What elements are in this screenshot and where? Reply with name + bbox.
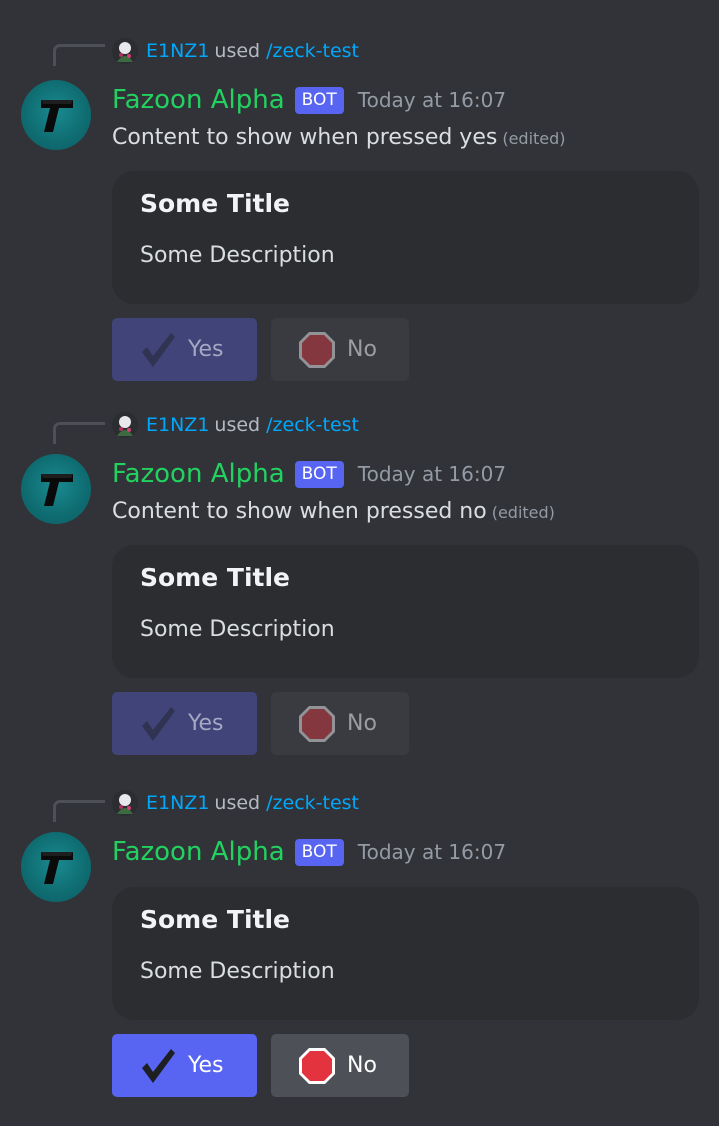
user-avatar-icon[interactable]: [112, 38, 138, 64]
reply-connector: [53, 422, 105, 444]
message-header: Fazoon Alpha BOT Today at 16:07: [112, 834, 506, 870]
no-button[interactable]: No: [271, 318, 409, 381]
bot-avatar[interactable]: [21, 832, 91, 902]
reply-username[interactable]: E1NZ1: [146, 40, 209, 62]
yes-button[interactable]: Yes: [112, 318, 257, 381]
check-icon: [142, 332, 175, 367]
message-content: Content to show when pressed no (edited): [112, 499, 555, 524]
bot-badge: BOT: [294, 86, 344, 114]
embed-title: Some Title: [140, 563, 290, 592]
check-icon: [142, 1048, 175, 1083]
yes-button[interactable]: Yes: [112, 692, 257, 755]
author-name[interactable]: Fazoon Alpha: [112, 837, 285, 867]
message: E1NZ1 used /zeck-test Fazoon Alpha BOT T…: [0, 752, 719, 1112]
message-timestamp: Today at 16:07: [357, 88, 507, 112]
bot-avatar[interactable]: [21, 80, 91, 150]
embed-description: Some Description: [140, 617, 335, 642]
author-name[interactable]: Fazoon Alpha: [112, 459, 285, 489]
reply-command[interactable]: /zeck-test: [266, 792, 359, 814]
reply-used-text: used: [214, 414, 261, 436]
bot-badge: BOT: [294, 460, 344, 488]
yes-button[interactable]: Yes: [112, 1034, 257, 1097]
message-text: Content to show when pressed no: [112, 499, 487, 524]
no-button-label: No: [347, 337, 377, 362]
reply-command[interactable]: /zeck-test: [266, 414, 359, 436]
embed-title: Some Title: [140, 905, 290, 934]
reply-connector: [53, 800, 105, 822]
no-button-label: No: [347, 1053, 377, 1078]
user-avatar-icon[interactable]: [112, 790, 138, 816]
no-button[interactable]: No: [271, 1034, 409, 1097]
message-header: Fazoon Alpha BOT Today at 16:07: [112, 82, 506, 118]
yes-button-label: Yes: [188, 337, 224, 362]
bot-avatar[interactable]: [21, 454, 91, 524]
embed: Some Title Some Description: [112, 887, 699, 1020]
yes-button-label: Yes: [188, 711, 224, 736]
bot-badge: BOT: [294, 838, 344, 866]
command-reply[interactable]: E1NZ1 used /zeck-test: [112, 36, 359, 66]
embed-description: Some Description: [140, 959, 335, 984]
fazoon-logo-icon: [41, 852, 73, 884]
message-content: Content to show when pressed yes (edited): [112, 125, 566, 150]
command-reply[interactable]: E1NZ1 used /zeck-test: [112, 788, 359, 818]
yes-button-label: Yes: [188, 1053, 224, 1078]
reply-username[interactable]: E1NZ1: [146, 414, 209, 436]
stop-sign-icon: [299, 331, 335, 368]
message-timestamp: Today at 16:07: [357, 840, 507, 864]
embed-title: Some Title: [140, 189, 290, 218]
embed: Some Title Some Description: [112, 171, 699, 304]
message: E1NZ1 used /zeck-test Fazoon Alpha BOT T…: [0, 374, 719, 764]
edited-label: (edited): [502, 129, 566, 148]
message: E1NZ1 used /zeck-test Fazoon Alpha BOT T…: [0, 0, 719, 390]
stop-sign-icon: [299, 1047, 335, 1084]
message-header: Fazoon Alpha BOT Today at 16:07: [112, 456, 506, 492]
user-avatar-icon[interactable]: [112, 412, 138, 438]
no-button-label: No: [347, 711, 377, 736]
stop-sign-icon: [299, 705, 335, 742]
check-icon: [142, 706, 175, 741]
author-name[interactable]: Fazoon Alpha: [112, 85, 285, 115]
command-reply[interactable]: E1NZ1 used /zeck-test: [112, 410, 359, 440]
message-text: Content to show when pressed yes: [112, 125, 498, 150]
reply-used-text: used: [214, 40, 261, 62]
fazoon-logo-icon: [41, 474, 73, 506]
edited-label: (edited): [491, 503, 555, 522]
reply-username[interactable]: E1NZ1: [146, 792, 209, 814]
fazoon-logo-icon: [41, 100, 73, 132]
reply-command[interactable]: /zeck-test: [266, 40, 359, 62]
embed-description: Some Description: [140, 243, 335, 268]
reply-connector: [53, 44, 105, 66]
reply-used-text: used: [214, 792, 261, 814]
chat-messages: E1NZ1 used /zeck-test Fazoon Alpha BOT T…: [0, 0, 719, 1126]
no-button[interactable]: No: [271, 692, 409, 755]
message-timestamp: Today at 16:07: [357, 462, 507, 486]
embed: Some Title Some Description: [112, 545, 699, 678]
